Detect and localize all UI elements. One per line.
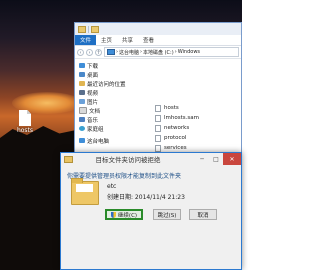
nav-item-desktop[interactable]: 桌面 xyxy=(75,70,135,79)
minimize-button[interactable]: ─ xyxy=(195,153,209,165)
nav-item-music[interactable]: 音乐 xyxy=(75,115,135,124)
homegroup-icon xyxy=(79,126,85,131)
cancel-button[interactable]: 取消 xyxy=(189,209,217,220)
back-button[interactable]: ‹ xyxy=(77,48,84,56)
tab-file[interactable]: 文件 xyxy=(75,35,97,45)
created-date: 创建日期: 2014/11/4 21:23 xyxy=(107,194,185,201)
nav-item-videos[interactable]: 视频 xyxy=(75,88,135,97)
address-row: ‹ › ↑ › 这台电脑 › 本地磁盘 (C:) › Windows xyxy=(75,46,241,59)
breadcrumb-2[interactable]: Windows xyxy=(178,49,200,55)
pictures-icon xyxy=(79,99,85,104)
list-item[interactable]: lmhosts.sam xyxy=(155,113,241,123)
nav-item-homegroup[interactable]: 家庭组 xyxy=(75,124,135,133)
continue-button[interactable]: 继续(C) xyxy=(105,209,143,220)
desktop-icon-label: hosts xyxy=(16,127,34,134)
computer-icon xyxy=(107,49,115,55)
dialog-message: 你需要提供管理员权限才能复制到此文件夹 xyxy=(67,173,182,180)
music-icon xyxy=(79,117,85,122)
file-icon xyxy=(155,144,161,152)
file-icon xyxy=(155,114,161,122)
desktop-icon xyxy=(79,72,85,77)
folder-icon xyxy=(71,178,99,205)
nav-item-recent[interactable]: 最近访问的位置 xyxy=(75,79,135,88)
document-icon xyxy=(79,107,87,114)
up-button[interactable]: ↑ xyxy=(95,48,102,56)
access-denied-dialog: 目标文件夹访问被拒绝 ─ □ ✕ 你需要提供管理员权限才能复制到此文件夹 etc… xyxy=(60,152,242,270)
computer-icon xyxy=(79,138,85,143)
nav-item-pictures[interactable]: 图片 xyxy=(75,97,135,106)
recent-icon xyxy=(79,81,85,86)
nav-item-this-pc[interactable]: 这台电脑 xyxy=(75,136,135,145)
nav-item-documents[interactable]: 文档 xyxy=(75,106,135,115)
dialog-title: 目标文件夹访问被拒绝 xyxy=(95,156,161,164)
address-bar[interactable]: › 这台电脑 › 本地磁盘 (C:) › Windows xyxy=(104,47,239,57)
list-item[interactable]: networks xyxy=(155,123,241,133)
file-icon xyxy=(155,124,161,132)
close-button[interactable]: ✕ xyxy=(223,153,241,165)
list-item[interactable]: hosts xyxy=(155,103,241,113)
folder-icon xyxy=(64,156,73,163)
quick-access-icon[interactable] xyxy=(91,25,99,33)
list-item[interactable]: protocol xyxy=(155,133,241,143)
tab-share[interactable]: 共享 xyxy=(117,35,138,45)
shield-icon xyxy=(110,211,116,218)
maximize-button[interactable]: □ xyxy=(209,153,223,165)
tab-home[interactable]: 主页 xyxy=(96,35,117,45)
file-icon xyxy=(155,134,161,142)
file-icon xyxy=(19,110,31,126)
forward-button[interactable]: › xyxy=(86,48,93,56)
dialog-titlebar: 目标文件夹访问被拒绝 ─ □ ✕ xyxy=(61,153,241,165)
download-icon xyxy=(79,63,85,68)
file-icon xyxy=(155,104,161,112)
explorer-titlebar xyxy=(75,23,241,35)
nav-item-downloads[interactable]: 下载 xyxy=(75,61,135,70)
tab-view[interactable]: 查看 xyxy=(138,35,159,45)
breadcrumb-0[interactable]: 这台电脑 xyxy=(119,49,139,56)
ribbon-tabs: 文件 主页 共享 查看 xyxy=(75,35,241,46)
breadcrumb-1[interactable]: 本地磁盘 (C:) xyxy=(143,49,174,56)
folder-icon xyxy=(78,25,86,33)
folder-name: etc xyxy=(107,183,117,190)
desktop-icon-hosts[interactable]: hosts xyxy=(12,110,38,134)
skip-button[interactable]: 跳过(S) xyxy=(153,209,181,220)
video-icon xyxy=(79,90,85,95)
